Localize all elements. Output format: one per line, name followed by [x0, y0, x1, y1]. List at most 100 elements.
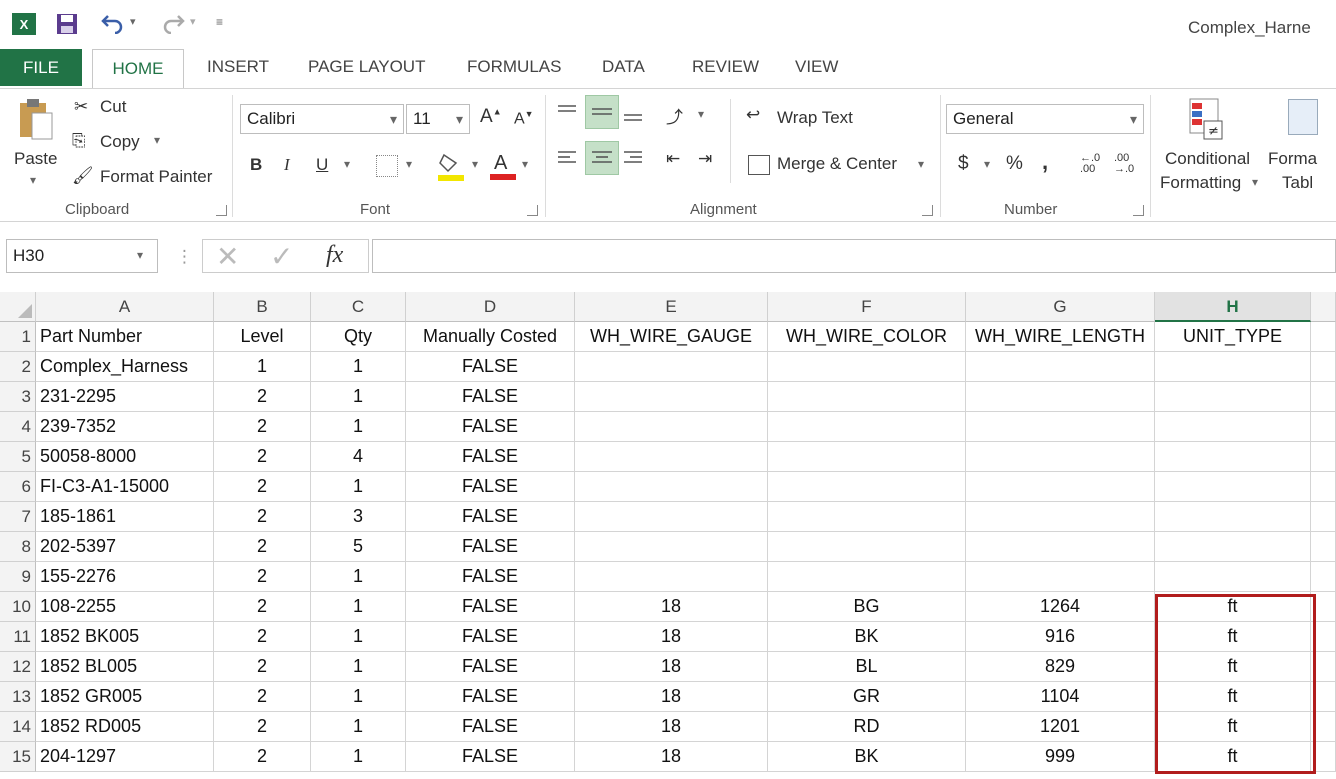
- row-header[interactable]: 9: [0, 562, 36, 592]
- increase-indent-icon[interactable]: ⇥: [698, 149, 712, 169]
- header-cell[interactable]: UNIT_TYPE: [1155, 322, 1311, 352]
- table-cell[interactable]: 108-2255: [36, 592, 214, 622]
- comma-button[interactable]: ,: [1042, 149, 1048, 175]
- table-cell[interactable]: [1311, 382, 1336, 412]
- cancel-icon[interactable]: ✕: [216, 240, 239, 273]
- font-color-dropdown-icon[interactable]: ▾: [522, 157, 528, 171]
- align-middle-icon[interactable]: [585, 95, 619, 129]
- table-cell[interactable]: [966, 352, 1155, 382]
- table-cell[interactable]: 2: [214, 712, 311, 742]
- table-cell[interactable]: [768, 532, 966, 562]
- table-cell[interactable]: 2: [214, 682, 311, 712]
- table-cell[interactable]: 1852 BK005: [36, 622, 214, 652]
- table-cell[interactable]: BL: [768, 652, 966, 682]
- row-header[interactable]: 14: [0, 712, 36, 742]
- table-cell[interactable]: FALSE: [406, 352, 575, 382]
- header-cell[interactable]: WH_WIRE_LENGTH: [966, 322, 1155, 352]
- table-cell[interactable]: BK: [768, 622, 966, 652]
- header-cell[interactable]: WH_WIRE_GAUGE: [575, 322, 768, 352]
- orientation-icon[interactable]: ⤴: [666, 103, 683, 128]
- table-cell[interactable]: FALSE: [406, 742, 575, 772]
- table-cell[interactable]: FALSE: [406, 592, 575, 622]
- italic-button[interactable]: I: [284, 155, 290, 175]
- name-box-dropdown-icon[interactable]: ▾: [137, 248, 143, 262]
- table-cell[interactable]: [966, 532, 1155, 562]
- underline-dropdown-icon[interactable]: ▾: [344, 157, 350, 171]
- table-cell[interactable]: 999: [966, 742, 1155, 772]
- table-cell[interactable]: 5: [311, 532, 406, 562]
- table-cell[interactable]: 1264: [966, 592, 1155, 622]
- tab-home[interactable]: HOME: [92, 49, 184, 88]
- table-cell[interactable]: 1: [311, 382, 406, 412]
- table-cell[interactable]: 2: [214, 532, 311, 562]
- table-cell[interactable]: [575, 382, 768, 412]
- table-cell[interactable]: 2: [214, 442, 311, 472]
- column-header-c[interactable]: C: [311, 292, 406, 322]
- table-cell[interactable]: [575, 442, 768, 472]
- table-cell[interactable]: BK: [768, 742, 966, 772]
- row-header[interactable]: 6: [0, 472, 36, 502]
- table-cell[interactable]: GR: [768, 682, 966, 712]
- column-header-a[interactable]: A: [36, 292, 214, 322]
- column-header-f[interactable]: F: [768, 292, 966, 322]
- merge-center-icon[interactable]: [748, 155, 770, 175]
- copy-icon[interactable]: ⎘: [72, 131, 86, 151]
- table-cell[interactable]: 2: [214, 382, 311, 412]
- table-cell[interactable]: 1: [311, 622, 406, 652]
- table-cell[interactable]: 4: [311, 442, 406, 472]
- decrease-indent-icon[interactable]: ⇤: [666, 149, 680, 169]
- select-all-corner[interactable]: [0, 292, 36, 322]
- table-cell[interactable]: [1155, 352, 1311, 382]
- table-cell[interactable]: 18: [575, 622, 768, 652]
- table-cell[interactable]: 1: [311, 682, 406, 712]
- table-cell[interactable]: 2: [214, 652, 311, 682]
- table-cell[interactable]: [966, 412, 1155, 442]
- table-cell[interactable]: [966, 502, 1155, 532]
- table-cell[interactable]: 202-5397: [36, 532, 214, 562]
- row-header[interactable]: 11: [0, 622, 36, 652]
- table-cell[interactable]: [966, 382, 1155, 412]
- table-cell[interactable]: 2: [214, 472, 311, 502]
- header-cell[interactable]: Part Number: [36, 322, 214, 352]
- row-header[interactable]: 1: [0, 322, 36, 352]
- column-header-d[interactable]: D: [406, 292, 575, 322]
- table-cell[interactable]: FALSE: [406, 532, 575, 562]
- table-cell[interactable]: [966, 562, 1155, 592]
- table-cell[interactable]: [575, 412, 768, 442]
- table-cell[interactable]: 18: [575, 682, 768, 712]
- fill-color-icon[interactable]: [438, 151, 464, 186]
- row-header[interactable]: 10: [0, 592, 36, 622]
- bold-button[interactable]: B: [250, 155, 262, 175]
- row-header[interactable]: 15: [0, 742, 36, 772]
- formula-input[interactable]: [372, 239, 1336, 273]
- paste-button[interactable]: Paste: [14, 149, 57, 169]
- format-painter-button[interactable]: Format Painter: [100, 167, 212, 187]
- merge-center-button[interactable]: Merge & Center: [777, 154, 897, 174]
- row-header[interactable]: 2: [0, 352, 36, 382]
- column-header-b[interactable]: B: [214, 292, 311, 322]
- table-cell[interactable]: [1311, 502, 1336, 532]
- table-cell[interactable]: [1311, 442, 1336, 472]
- tab-insert[interactable]: INSERT: [207, 46, 269, 88]
- borders-icon[interactable]: [376, 155, 398, 177]
- conditional-formatting-label-2[interactable]: Formatting: [1160, 173, 1241, 193]
- table-cell[interactable]: 2: [214, 592, 311, 622]
- table-cell[interactable]: 18: [575, 592, 768, 622]
- table-cell[interactable]: FALSE: [406, 442, 575, 472]
- table-cell[interactable]: 155-2276: [36, 562, 214, 592]
- increase-decimal-icon[interactable]: ←.0.00: [1080, 153, 1100, 175]
- table-cell[interactable]: 2: [214, 562, 311, 592]
- table-cell[interactable]: FALSE: [406, 472, 575, 502]
- table-cell[interactable]: FALSE: [406, 382, 575, 412]
- table-cell[interactable]: [1311, 472, 1336, 502]
- table-cell[interactable]: 1852 BL005: [36, 652, 214, 682]
- wrap-text-icon[interactable]: ↩: [746, 105, 760, 125]
- table-cell[interactable]: 2: [214, 742, 311, 772]
- table-cell[interactable]: 18: [575, 712, 768, 742]
- table-cell[interactable]: 231-2295: [36, 382, 214, 412]
- customize-quick-access-icon[interactable]: ≡: [216, 15, 223, 29]
- table-cell[interactable]: [1311, 532, 1336, 562]
- alignment-launcher-icon[interactable]: [922, 205, 933, 216]
- table-cell[interactable]: 1: [311, 412, 406, 442]
- increase-font-icon[interactable]: A▲: [480, 106, 502, 128]
